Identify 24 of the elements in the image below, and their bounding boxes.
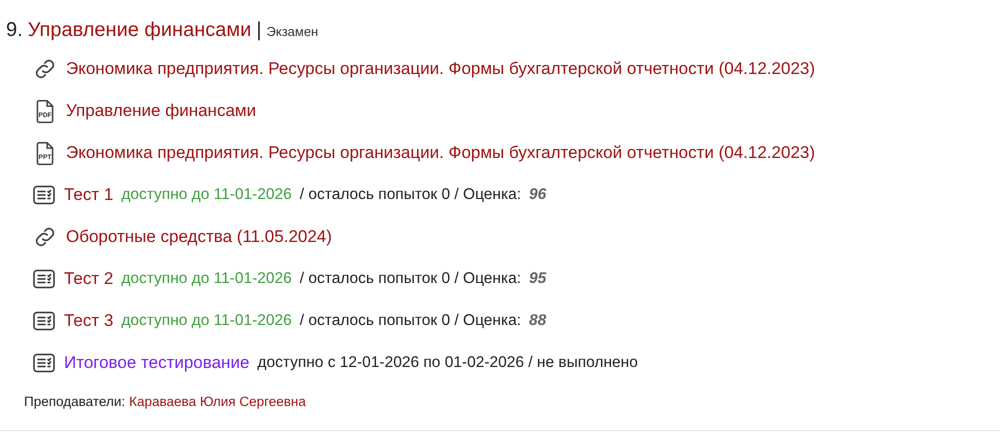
test-link[interactable]: Тест 3 [64, 310, 114, 330]
grade: 95 [529, 270, 546, 288]
test-link[interactable]: Тест 1 [64, 184, 114, 204]
test-link[interactable]: Тест 2 [64, 268, 114, 288]
availability-text: доступно до 11-01-2026 [121, 312, 292, 330]
test-status: / осталось попыток 0 / Оценка: [300, 312, 522, 330]
course-number: 9. [6, 19, 23, 42]
test-status: / осталось попыток 0 / Оценка: [300, 270, 522, 288]
material-link[interactable]: Оборотные средства (11.05.2024) [66, 226, 332, 246]
availability-text: доступно до 11-01-2026 [121, 186, 292, 204]
separator: | [256, 19, 262, 42]
exam-type: Экзамен [266, 24, 318, 39]
grade: 96 [529, 186, 546, 204]
material-link[interactable]: Экономика предприятия. Ресурсы организации. Формы бухгалтерской отчетности (04.12.2023) [66, 58, 816, 78]
teacher-name[interactable]: Караваева Юлия Сергеевна [129, 394, 306, 409]
availability-text: доступно до 11-01-2026 [121, 270, 292, 288]
grade: 88 [529, 312, 546, 330]
course-title[interactable]: Управление финансами [28, 19, 252, 42]
final-test-link[interactable]: Итоговое тестирование [64, 352, 250, 372]
test-status: доступно с 12-01-2026 по 01-02-2026 / не выполнено [257, 354, 638, 372]
teachers-label: Преподаватели: [24, 394, 126, 409]
file-link[interactable]: Управление финансами [66, 100, 256, 120]
file-link[interactable]: Экономика предприятия. Ресурсы организации. Формы бухгалтерской отчетности (04.12.2023) [66, 142, 816, 162]
test-status: / осталось попыток 0 / Оценка: [300, 186, 522, 204]
